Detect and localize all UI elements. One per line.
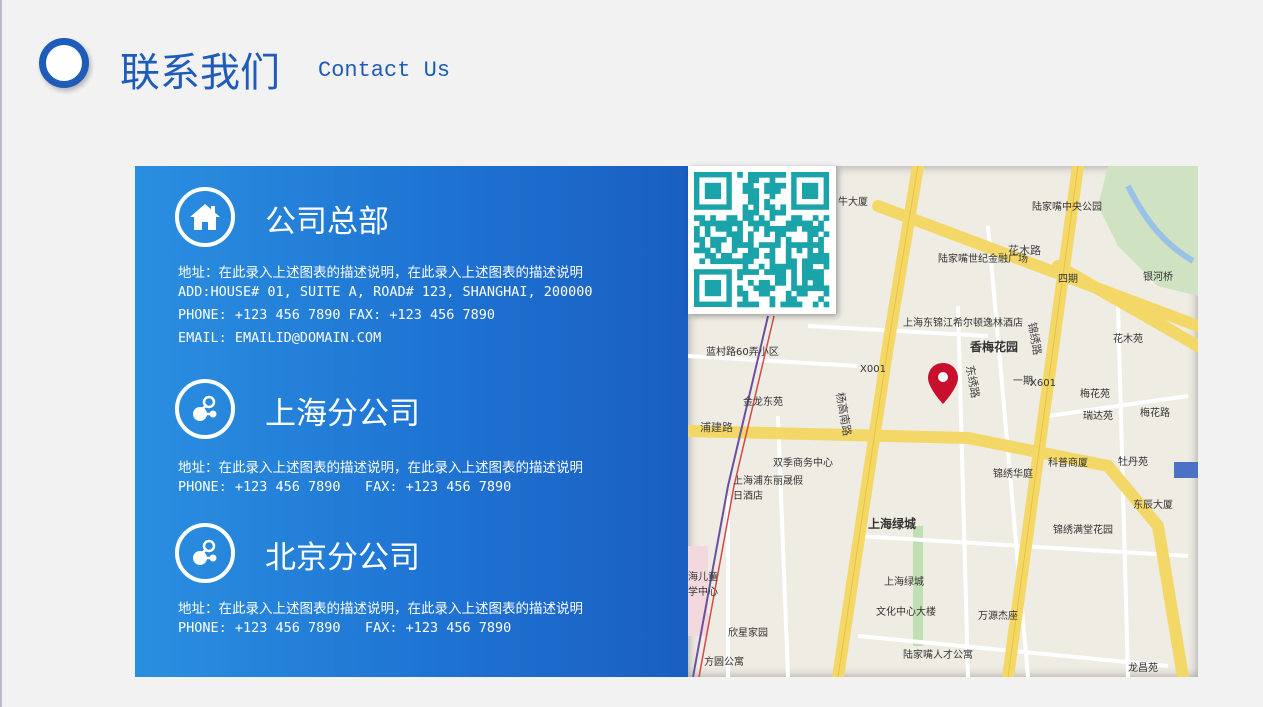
section-title: 上海分公司	[265, 396, 420, 432]
map-label: 牛大厦	[838, 197, 868, 208]
email-line: EMAIL: EMAILID@DOMAIN.COM	[178, 330, 382, 346]
map-pin-icon	[928, 363, 958, 404]
map-label: 锦绣满堂花园	[1053, 525, 1113, 536]
add-line: ADD:HOUSE# 01, SUITE A, ROAD# 123, SHANG…	[178, 284, 593, 300]
map-label: 欣星家园	[728, 628, 768, 639]
address-line: 地址：在此录入上述图表的描述说明，在此录入上述图表的描述说明	[178, 601, 583, 617]
qr-code[interactable]	[688, 166, 836, 314]
page-title: 联系我们	[120, 50, 280, 96]
map-label: 四期	[1058, 274, 1078, 285]
map-label: 科普商厦	[1048, 458, 1088, 469]
title-ring-icon	[39, 38, 89, 88]
home-icon	[175, 187, 235, 247]
map-label: 银河桥	[1143, 272, 1173, 283]
map-label: 梅花路	[1140, 408, 1170, 419]
map-label: 花木苑	[1113, 334, 1143, 345]
map-label: 金龙东苑	[743, 397, 783, 408]
map-label: 方圆公寓	[704, 657, 744, 668]
map-label: X001	[860, 364, 886, 375]
map-label: 龙昌苑	[1128, 663, 1158, 674]
map-label: 上海浦东丽晟假日酒店	[733, 476, 803, 502]
map-label: 双季商务中心	[773, 458, 833, 469]
page-subtitle: Contact Us	[318, 58, 451, 83]
map-label: 锦绣华庭	[993, 469, 1033, 480]
map-label: 万源杰座	[978, 611, 1018, 622]
map-label: 文化中心大楼	[876, 607, 936, 618]
contact-info-panel: 公司总部 地址：在此录入上述图表的描述说明，在此录入上述图表的描述说明 ADD:…	[135, 166, 688, 677]
phone-line: PHONE: +123 456 7890 FAX: +123 456 7890	[178, 307, 495, 323]
section-title: 北京分公司	[265, 540, 420, 576]
address-line: 地址：在此录入上述图表的描述说明，在此录入上述图表的描述说明	[178, 460, 583, 476]
molecule-icon	[175, 523, 235, 583]
map-label: X601	[1030, 378, 1056, 389]
map-label: 上海绿城	[868, 517, 917, 531]
map-label: 陆家嘴人才公寓	[903, 650, 973, 661]
map-label: 东辰大厦	[1133, 500, 1173, 511]
address-line: 地址：在此录入上述图表的描述说明，在此录入上述图表的描述说明	[178, 265, 583, 281]
phone-line: PHONE: +123 456 7890 FAX: +123 456 7890	[178, 479, 512, 495]
molecule-icon	[175, 379, 235, 439]
map-label: 上海东锦江希尔顿逸林酒店	[903, 318, 1023, 329]
phone-line: PHONE: +123 456 7890 FAX: +123 456 7890	[178, 620, 512, 636]
map-label: 瑞达苑	[1083, 411, 1113, 422]
map-label: 花木路	[1008, 244, 1041, 257]
map-label: 海儿童学中心	[688, 572, 718, 598]
map-label: 陆家嘴中央公园	[1032, 202, 1102, 213]
section-title: 公司总部	[265, 204, 389, 240]
map-label: 香梅花园	[970, 340, 1019, 354]
map-label: 梅花苑	[1080, 389, 1110, 400]
left-border	[0, 0, 2, 707]
map-label: 蓝村路60弄小区	[706, 347, 779, 358]
map-label: 上海绿城	[884, 577, 924, 588]
qr-code-pattern	[694, 172, 830, 308]
map-label: 浦建路	[700, 421, 733, 434]
map-label: 牡丹苑	[1118, 457, 1148, 468]
